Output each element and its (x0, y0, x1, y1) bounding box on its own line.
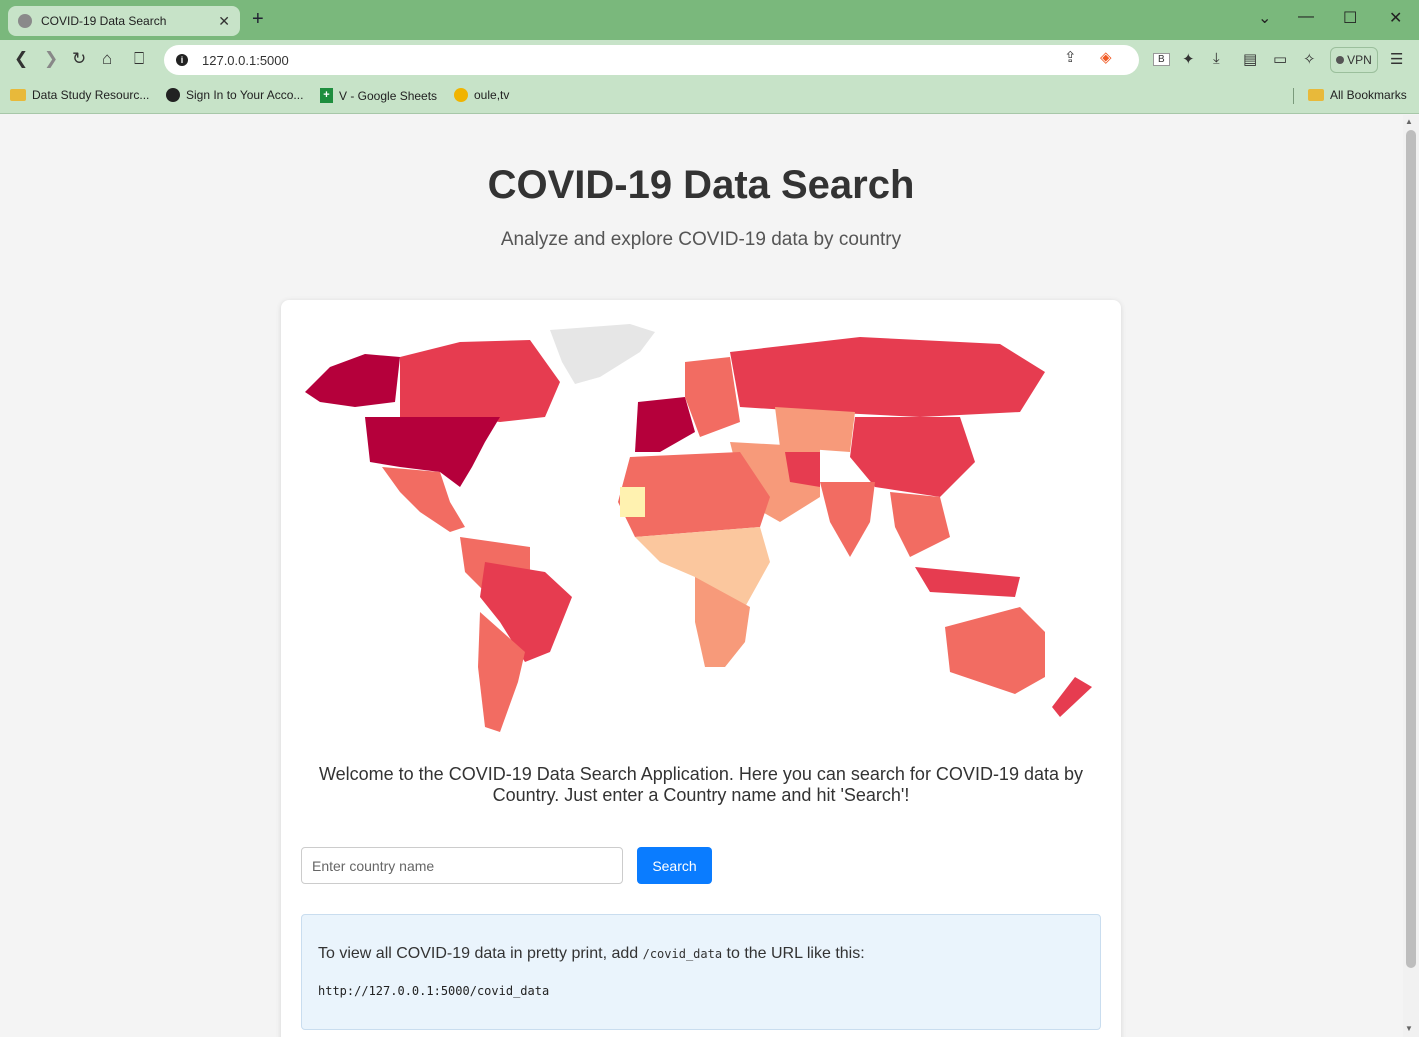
browser-toolbar: ❮ ❯ ↻ ⌂ ⎕ i 127.0.0.1:5000 ⇪ ◈ B ✦ ⤓ ▤ ▭… (0, 40, 1419, 80)
share-icon[interactable]: ⇪ (1064, 48, 1077, 66)
new-tab-button[interactable]: + (252, 8, 264, 31)
search-button[interactable]: Search (637, 847, 712, 884)
bookmark-label: Sign In to Your Acco... (186, 88, 304, 102)
info-instruction: To view all COVID-19 data in pretty prin… (318, 945, 865, 963)
bookmark-icon[interactable]: ⎕ (134, 49, 144, 69)
bookmark-item[interactable]: Sign In to Your Acco... (166, 88, 303, 102)
bookmarks-bar: Data Study Resourc... Sign In to Your Ac… (0, 80, 1419, 114)
tab-search-chevron-icon[interactable]: ⌄ (1258, 8, 1271, 28)
info-text-before: To view all COVID-19 data in pretty prin… (318, 945, 643, 962)
map-region-new-zealand (1052, 677, 1092, 717)
browser-tab[interactable]: COVID-19 Data Search ✕ (8, 6, 240, 36)
sidebar-icon[interactable]: ▤ (1243, 50, 1257, 68)
all-bookmarks-label: All Bookmarks (1330, 88, 1407, 102)
map-region-iran (785, 452, 820, 487)
page-subtitle: Analyze and explore COVID-19 data by cou… (500, 229, 902, 250)
page-title: COVID-19 Data Search (487, 163, 915, 207)
extensions-puzzle-icon[interactable]: ✦ (1182, 50, 1195, 68)
oule-icon (454, 88, 468, 102)
map-region-canada (400, 340, 560, 422)
map-region-india (820, 482, 875, 557)
scroll-down-icon[interactable]: ▼ (1405, 1024, 1413, 1033)
info-box: To view all COVID-19 data in pretty prin… (301, 914, 1101, 1030)
welcome-text: Welcome to the COVID-19 Data Search Appl… (318, 764, 1084, 805)
map-region-russia (730, 337, 1045, 417)
vpn-label: VPN (1347, 53, 1372, 67)
bookmark-label: V - Google Sheets (339, 88, 438, 103)
map-region-southeast-asia (890, 492, 950, 557)
world-choropleth-map[interactable] (300, 322, 1100, 742)
all-bookmarks[interactable]: All Bookmarks (1308, 88, 1407, 102)
map-region-australia (945, 607, 1045, 694)
download-icon[interactable]: ⤓ (1213, 50, 1220, 67)
leo-ai-icon[interactable]: ✧ (1303, 50, 1316, 68)
map-region-alaska (305, 354, 400, 407)
map-region-greenland (550, 324, 655, 384)
vpn-status-icon (1336, 56, 1345, 64)
bookmarks-divider (1293, 88, 1294, 104)
address-bar[interactable]: i 127.0.0.1:5000 (164, 45, 1139, 75)
reload-icon[interactable]: ↻ (72, 49, 86, 69)
folder-icon (1308, 89, 1324, 101)
map-region-algeria-interior (620, 487, 645, 517)
bookmark-item[interactable]: Data Study Resourc... (10, 88, 149, 102)
folder-icon (10, 89, 26, 101)
globe-icon (166, 88, 180, 102)
close-window-icon[interactable]: ✕ (1389, 8, 1402, 28)
extension-b-icon[interactable]: B (1153, 53, 1170, 66)
scroll-up-icon[interactable]: ▲ (1405, 117, 1413, 126)
browser-tab-strip: COVID-19 Data Search ✕ + ⌄ — ☐ ✕ (0, 0, 1419, 40)
map-region-indonesia (915, 567, 1020, 597)
bookmark-item[interactable]: oule,tv (454, 88, 509, 102)
google-sheets-icon: + (320, 88, 333, 103)
vpn-button[interactable]: VPN (1330, 47, 1378, 73)
brave-shields-icon[interactable]: ◈ (1100, 48, 1112, 66)
address-url[interactable]: 127.0.0.1:5000 (202, 53, 289, 68)
tab-title: COVID-19 Data Search (41, 14, 167, 28)
site-info-icon[interactable]: i (176, 54, 188, 66)
tab-favicon-icon (18, 14, 32, 28)
home-icon[interactable]: ⌂ (102, 49, 112, 69)
back-icon[interactable]: ❮ (14, 49, 28, 69)
bookmark-label: oule,tv (474, 88, 510, 102)
map-region-western-europe (635, 397, 695, 452)
minimize-icon[interactable]: — (1298, 8, 1314, 26)
info-text-after: to the URL like this: (722, 945, 865, 962)
info-code: /covid_data (642, 947, 723, 961)
scrollbar-thumb[interactable] (1406, 130, 1416, 968)
bookmark-label: Data Study Resourc... (32, 88, 150, 102)
menu-icon[interactable]: ☰ (1390, 50, 1403, 68)
info-example-url: http://127.0.0.1:5000/covid_data (318, 984, 550, 998)
bookmark-item[interactable]: + V - Google Sheets (320, 88, 437, 103)
country-search-input[interactable] (301, 847, 623, 884)
maximize-icon[interactable]: ☐ (1343, 8, 1357, 28)
forward-icon[interactable]: ❯ (44, 49, 58, 69)
tab-close-icon[interactable]: ✕ (218, 13, 230, 30)
map-region-eastern-europe (685, 357, 740, 437)
wallet-icon[interactable]: ▭ (1273, 50, 1287, 68)
